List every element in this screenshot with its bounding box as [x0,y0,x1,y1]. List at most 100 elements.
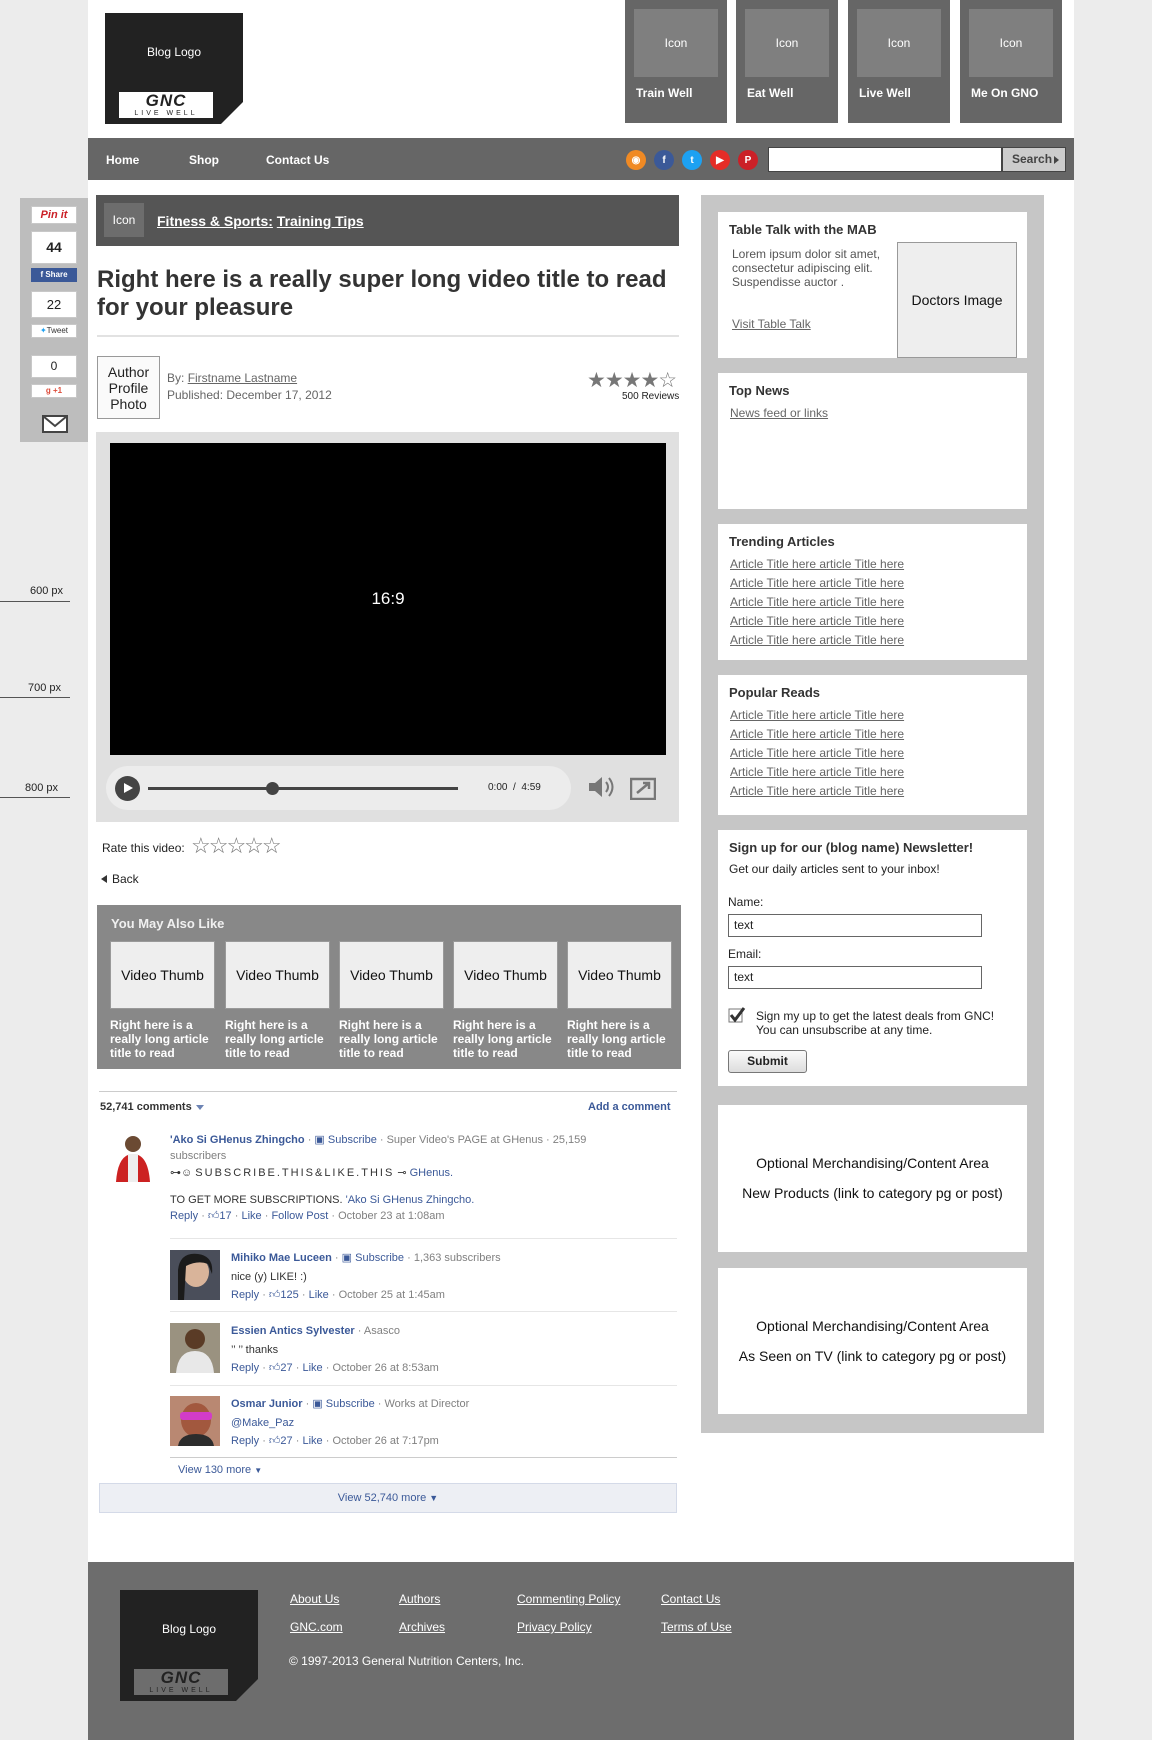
merch-area-link[interactable]: As Seen on TV (link to category pg or po… [718,1348,1027,1364]
blog-logo[interactable]: Blog Logo GNC LIVE WELL [105,13,243,124]
author-profile-photo[interactable]: Author Profile Photo [97,356,160,419]
reply-link[interactable]: Reply [231,1435,259,1447]
comment-count[interactable]: 52,741 comments [100,1101,204,1113]
avatar[interactable] [108,1132,158,1182]
popular-article-link[interactable]: Article Title here article Title here [730,784,904,798]
gplus-button[interactable]: g +1 [31,384,77,398]
trending-article-link[interactable]: Article Title here article Title here [730,595,904,609]
related-video-title[interactable]: Right here is a really long article titl… [339,1018,449,1060]
news-feed-link[interactable]: News feed or links [730,406,828,420]
progress-track[interactable] [148,782,458,795]
comment-author[interactable]: Essien Antics Sylvester [231,1325,355,1337]
subscribe-link[interactable]: Subscribe [355,1252,404,1264]
footer-link-terms[interactable]: Terms of Use [661,1620,732,1634]
footer-link-archives[interactable]: Archives [399,1620,445,1634]
rss-icon: ▣ [314,1134,325,1146]
search-input[interactable] [768,147,1002,172]
view-more-comments-button[interactable]: View 52,740 more ▼ [99,1483,677,1513]
nav-link-shop[interactable]: Shop [189,153,219,167]
nav-box-eat-well[interactable]: Icon Eat Well [736,0,838,123]
footer-blog-logo[interactable]: Blog Logo GNC LIVE WELL [120,1590,258,1701]
footer-link-about[interactable]: About Us [290,1592,339,1606]
review-count[interactable]: 500 Reviews [622,391,679,402]
merch-area-link[interactable]: New Products (link to category pg or pos… [718,1185,1027,1201]
pinterest-icon[interactable]: P [738,150,758,170]
rss-icon[interactable]: ◉ [626,150,646,170]
back-link[interactable]: Back [101,872,139,886]
footer-link-contact[interactable]: Contact Us [661,1592,720,1606]
submit-button[interactable]: Submit [728,1050,807,1073]
trending-article-link[interactable]: Article Title here article Title here [730,576,904,590]
facebook-icon[interactable]: f [654,150,674,170]
email-icon[interactable] [42,415,68,433]
reply-link[interactable]: Reply [170,1210,198,1222]
like-link[interactable]: Like [302,1435,322,1447]
gnc-brand-text: GNC [160,1668,202,1687]
facebook-share-button[interactable]: f Share [31,268,77,282]
follow-post-link[interactable]: Follow Post [271,1210,328,1222]
trending-article-link[interactable]: Article Title here article Title here [730,557,904,571]
avatar[interactable] [170,1323,220,1373]
popular-article-link[interactable]: Article Title here article Title here [730,708,904,722]
email-field[interactable]: text [728,966,982,989]
rate-video-stars[interactable]: ☆☆☆☆☆ [191,834,282,858]
like-link[interactable]: Like [302,1362,322,1374]
nav-box-live-well[interactable]: Icon Live Well [848,0,950,123]
youtube-icon[interactable]: ▶ [710,150,730,170]
like-link[interactable]: Like [241,1210,261,1222]
footer-link-gnc[interactable]: GNC.com [290,1620,343,1634]
reply-link[interactable]: Reply [231,1362,259,1374]
deals-checkbox[interactable] [728,1006,746,1024]
nav-link-contact[interactable]: Contact Us [266,153,329,167]
popular-article-link[interactable]: Article Title here article Title here [730,727,904,741]
video-thumb[interactable]: Video Thumb [453,941,558,1009]
subscribe-link[interactable]: Subscribe [326,1398,375,1410]
view-more-replies-link[interactable]: View 130 more ▼ [178,1464,262,1476]
comment-author[interactable]: Mihiko Mae Luceen [231,1252,332,1264]
footer-link-privacy[interactable]: Privacy Policy [517,1620,592,1634]
related-video-title[interactable]: Right here is a really long article titl… [567,1018,677,1060]
video-thumb[interactable]: Video Thumb [339,941,444,1009]
name-field[interactable]: text [728,914,982,937]
comment-author[interactable]: Osmar Junior [231,1398,303,1410]
comment-author[interactable]: 'Ako Si GHenus Zhingcho [170,1134,305,1146]
footer-link-commenting-policy[interactable]: Commenting Policy [517,1592,620,1606]
related-video-title[interactable]: Right here is a really long article titl… [453,1018,563,1060]
footer-link-authors[interactable]: Authors [399,1592,440,1606]
video-thumb[interactable]: Video Thumb [110,941,215,1009]
progress-handle[interactable] [266,782,279,795]
nav-box-me-on-gno[interactable]: Icon Me On GNO [960,0,1062,123]
search-button[interactable]: Search [1002,147,1066,172]
fullscreen-icon[interactable] [630,776,656,800]
avatar[interactable] [170,1250,220,1300]
related-video-title[interactable]: Right here is a really long article titl… [110,1018,220,1060]
reply-link[interactable]: Reply [231,1289,259,1301]
play-button[interactable] [115,776,140,801]
comment-mention[interactable]: 'Ako Si GHenus Zhingcho. [346,1194,475,1206]
add-comment-link[interactable]: Add a comment [588,1101,671,1113]
popular-article-link[interactable]: Article Title here article Title here [730,746,904,760]
popular-article-link[interactable]: Article Title here article Title here [730,765,904,779]
you-may-also-like: You May Also Like Video Thumb Video Thum… [97,905,681,1069]
nav-link-home[interactable]: Home [106,153,139,167]
trending-article-link[interactable]: Article Title here article Title here [730,633,904,647]
trending-article-link[interactable]: Article Title here article Title here [730,614,904,628]
visit-table-talk-link[interactable]: Visit Table Talk [732,317,811,331]
breadcrumb-category[interactable]: Fitness & Sports: [157,213,273,229]
related-video-title[interactable]: Right here is a really long article titl… [225,1018,335,1060]
twitter-tweet-button[interactable]: ✦Tweet [31,324,77,338]
volume-icon[interactable] [587,774,617,800]
pinterest-pin-button[interactable]: Pin it [31,206,77,224]
avatar[interactable] [170,1396,220,1446]
nav-box-train-well[interactable]: Icon Train Well [625,0,727,123]
twitter-icon[interactable]: t [682,150,702,170]
video-thumb[interactable]: Video Thumb [225,941,330,1009]
video-thumb[interactable]: Video Thumb [567,941,672,1009]
author-link[interactable]: Firstname Lastname [188,371,297,385]
video-screen[interactable]: 16:9 [110,443,666,755]
subscribe-link[interactable]: Subscribe [328,1134,377,1146]
breadcrumb-subcategory[interactable]: Training Tips [277,213,364,229]
comment-text[interactable]: @Make_Paz [231,1415,671,1431]
comment-mention[interactable]: GHenus. [410,1167,453,1179]
like-link[interactable]: Like [309,1289,329,1301]
